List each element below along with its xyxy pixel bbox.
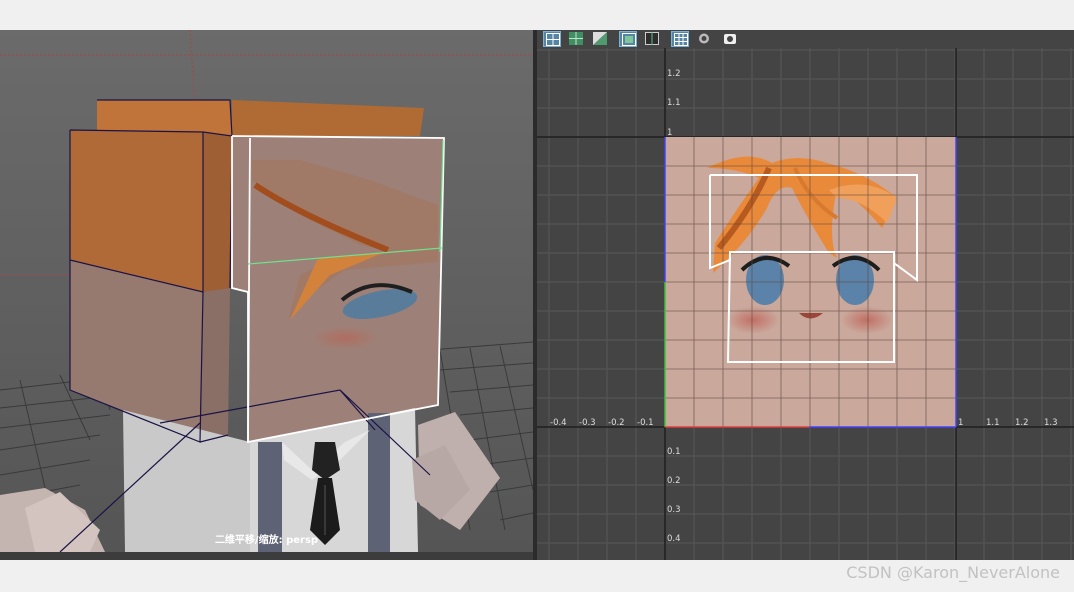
y-label-0.3: 0.3 <box>667 505 681 515</box>
perspective-scene <box>0 30 533 552</box>
head-front-face <box>232 136 444 442</box>
uv-editor-toolbar <box>537 30 1074 48</box>
head-edge-face <box>200 288 230 442</box>
x-label-1: 1 <box>958 418 963 428</box>
x-label-1.3: 1.3 <box>1044 418 1058 428</box>
top-strip <box>0 0 1074 30</box>
viewport-label: 二维平移/缩放: persp <box>214 535 319 546</box>
snapshot-icon[interactable] <box>721 31 739 47</box>
x-label-1.2: 1.2 <box>1015 418 1029 428</box>
uv-editor-view[interactable]: 1.2 1.1 1 0.1 0.2 0.3 0.4 -0.4 -0.3 -0.2… <box>537 48 1074 560</box>
perspective-viewport[interactable]: 二维平移/缩放: persp <box>0 30 533 552</box>
y-label-0.2: 0.2 <box>667 476 681 486</box>
y-label-1.1: 1.1 <box>667 98 681 108</box>
y-label-0.4: 0.4 <box>667 534 681 544</box>
uv-canvas: 1.2 1.1 1 0.1 0.2 0.3 0.4 -0.4 -0.3 -0.2… <box>537 48 1074 560</box>
y-label-1: 1 <box>667 128 672 138</box>
uv-layout-icon[interactable] <box>643 31 661 47</box>
x-label-neg-0.2: -0.2 <box>608 418 625 428</box>
x-label-neg-0.3: -0.3 <box>579 418 596 428</box>
dim-image-icon[interactable] <box>695 31 713 47</box>
face-texture-tile <box>665 137 956 427</box>
viewport-bottom-bar <box>0 552 533 560</box>
grid-toggle-icon[interactable] <box>671 31 689 47</box>
watermark: CSDN @Karon_NeverAlone <box>846 563 1060 582</box>
uv-grid-icon[interactable] <box>543 31 561 47</box>
x-label-neg-0.4: -0.4 <box>550 418 567 428</box>
x-label-1.1: 1.1 <box>986 418 1000 428</box>
x-label-neg-0.1: -0.1 <box>637 418 654 428</box>
uv-shaded-icon[interactable] <box>567 31 585 47</box>
uv-texture-icon[interactable] <box>591 31 609 47</box>
y-label-1.2: 1.2 <box>667 69 681 79</box>
uv-frame-icon[interactable] <box>619 31 637 47</box>
y-label-0.1: 0.1 <box>667 447 681 457</box>
